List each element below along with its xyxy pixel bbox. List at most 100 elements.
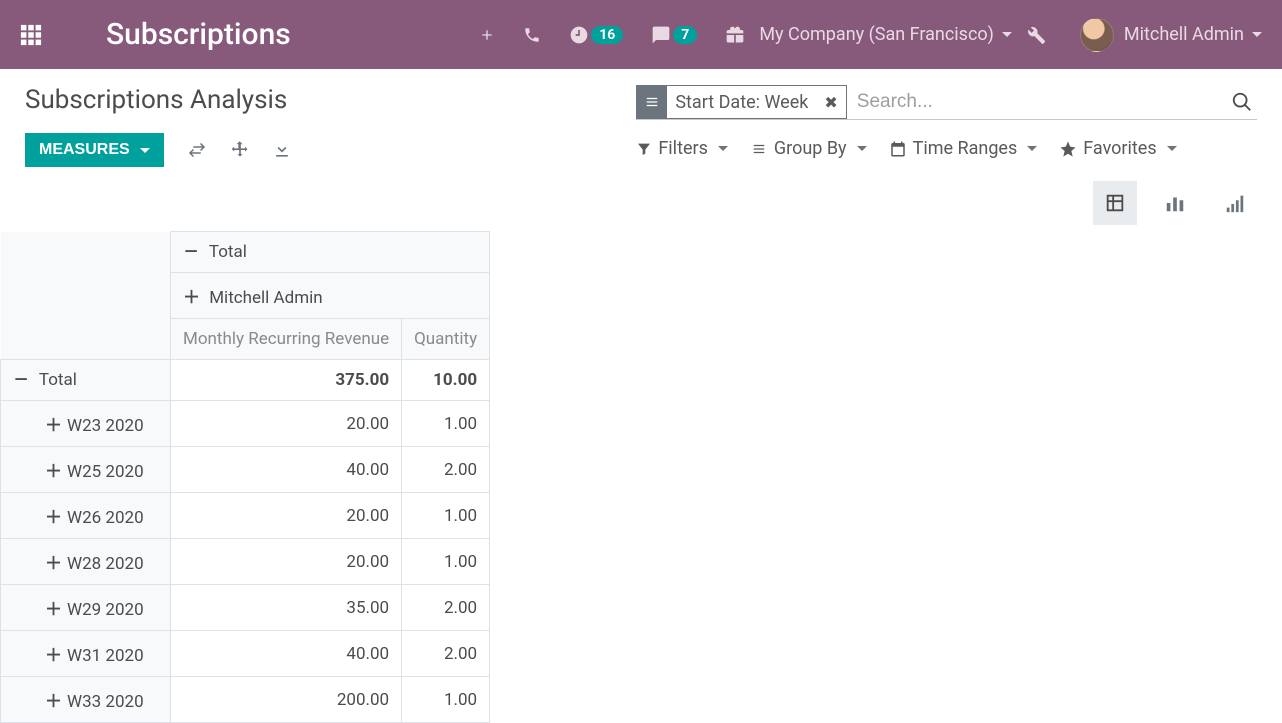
search-input[interactable] <box>847 87 1227 117</box>
total-qty-cell[interactable]: 10.00 <box>402 360 490 401</box>
apps-menu[interactable] <box>20 24 42 46</box>
row-header[interactable]: ＋W28 2020 <box>1 539 171 585</box>
search-box: Start Date: Week ✖ <box>636 85 1257 120</box>
dashboard-view-button[interactable] <box>1213 181 1257 225</box>
mrr-cell[interactable]: 20.00 <box>171 493 402 539</box>
row-header[interactable]: ＋W33 2020 <box>1 677 171 723</box>
qty-cell[interactable]: 2.00 <box>402 585 490 631</box>
table-row: ＋W26 202020.001.00 <box>1 493 490 539</box>
caret-down-icon <box>140 148 150 153</box>
messages-button[interactable]: 7 <box>651 25 697 45</box>
qty-cell[interactable]: 1.00 <box>402 677 490 723</box>
facet-remove-button[interactable]: ✖ <box>816 86 845 118</box>
flip-axis-button[interactable] <box>186 141 208 159</box>
mrr-cell[interactable]: 35.00 <box>171 585 402 631</box>
groupby-label: Group By <box>774 138 847 159</box>
page-title: Subscriptions Analysis <box>25 85 616 115</box>
caret-down-icon <box>1252 32 1262 37</box>
measures-label: MEASURES <box>39 141 130 159</box>
minus-icon: — <box>13 370 29 390</box>
search-icon <box>1231 91 1253 113</box>
barchart-view-button[interactable] <box>1153 181 1197 225</box>
gift-button[interactable] <box>725 25 745 45</box>
qty-cell[interactable]: 1.00 <box>402 493 490 539</box>
measures-button[interactable]: MEASURES <box>25 133 164 167</box>
plus-icon: ＋ <box>45 503 61 528</box>
pivot-table: — Total ＋ Mitchell Admin Monthly Recurri… <box>0 231 490 723</box>
measure-header-qty: Quantity <box>402 319 490 360</box>
phone-button[interactable] <box>523 26 541 44</box>
app-title[interactable]: Subscriptions <box>106 17 291 52</box>
qty-cell[interactable]: 2.00 <box>402 631 490 677</box>
user-name: Mitchell Admin <box>1124 24 1244 45</box>
row-header[interactable]: ＋W29 2020 <box>1 585 171 631</box>
plus-icon: ＋ <box>183 283 199 308</box>
avatar <box>1080 18 1114 52</box>
row-label: W28 2020 <box>67 554 144 574</box>
clock-icon <box>569 25 589 45</box>
plus-icon: ＋ <box>45 595 61 620</box>
row-label: W23 2020 <box>67 416 144 436</box>
col-total-label: Total <box>209 242 247 262</box>
expand-all-button[interactable] <box>230 140 250 160</box>
barchart-icon <box>1164 192 1186 214</box>
mrr-cell[interactable]: 40.00 <box>171 447 402 493</box>
row-label: W25 2020 <box>67 462 144 482</box>
new-button[interactable] <box>479 27 495 43</box>
facet-label: Start Date: Week <box>667 86 816 118</box>
signal-icon <box>1224 192 1246 214</box>
search-button[interactable] <box>1227 91 1257 113</box>
row-total-header[interactable]: — Total <box>1 360 171 401</box>
company-selector[interactable]: My Company (San Francisco) <box>759 24 1012 45</box>
row-label: W33 2020 <box>67 692 144 712</box>
user-menu[interactable]: Mitchell Admin <box>1080 18 1262 52</box>
debug-button[interactable] <box>1026 25 1046 45</box>
apps-icon <box>20 24 42 46</box>
swap-icon <box>186 141 208 159</box>
qty-cell[interactable]: 1.00 <box>402 401 490 447</box>
table-row: ＋ W31 2020 40.002.00 <box>1 631 490 677</box>
messages-badge: 7 <box>673 26 697 44</box>
favorites-dropdown[interactable]: Favorites <box>1059 138 1176 159</box>
row-header[interactable]: ＋W26 2020 <box>1 493 171 539</box>
plus-icon: ＋ <box>45 641 61 666</box>
qty-cell[interactable]: 2.00 <box>402 447 490 493</box>
measure-header-mrr: Monthly Recurring Revenue <box>171 319 402 360</box>
activities-button[interactable]: 16 <box>569 25 623 45</box>
row-header[interactable]: ＋ W23 2020 <box>1 401 171 447</box>
qty-cell[interactable]: 1.00 <box>402 539 490 585</box>
timeranges-dropdown[interactable]: Time Ranges <box>889 138 1038 159</box>
download-icon <box>272 140 292 160</box>
download-button[interactable] <box>272 140 292 160</box>
plus-icon: ＋ <box>45 411 61 436</box>
list-icon <box>750 142 768 156</box>
filters-dropdown[interactable]: Filters <box>636 138 728 159</box>
mrr-cell[interactable]: 40.00 <box>171 631 402 677</box>
mrr-cell[interactable]: 20.00 <box>171 539 402 585</box>
star-icon <box>1059 140 1077 158</box>
row-total-label: Total <box>39 370 77 390</box>
row-label: W31 2020 <box>67 646 144 666</box>
funnel-icon <box>636 141 652 157</box>
search-facet: Start Date: Week ✖ <box>636 85 846 119</box>
gift-icon <box>725 25 745 45</box>
row-header[interactable]: ＋ W31 2020 <box>1 631 171 677</box>
facet-handle-icon[interactable] <box>637 86 667 118</box>
mrr-cell[interactable]: 200.00 <box>171 677 402 723</box>
row-header[interactable]: ＋W25 2020 <box>1 447 171 493</box>
caret-down-icon <box>1027 146 1037 151</box>
activities-badge: 16 <box>591 26 623 44</box>
company-name: My Company (San Francisco) <box>759 24 994 45</box>
total-mrr-cell[interactable]: 375.00 <box>171 360 402 401</box>
timeranges-label: Time Ranges <box>913 138 1018 159</box>
col-total-header[interactable]: — Total <box>171 232 490 273</box>
caret-down-icon <box>718 146 728 151</box>
minus-icon: — <box>183 242 199 262</box>
pivot-view-button[interactable] <box>1093 181 1137 225</box>
col-group-header[interactable]: ＋ Mitchell Admin <box>171 273 490 319</box>
groupby-dropdown[interactable]: Group By <box>750 138 867 159</box>
top-nav: Subscriptions 16 7 My Company (San Franc… <box>0 0 1282 69</box>
mrr-cell[interactable]: 20.00 <box>171 401 402 447</box>
filters-label: Filters <box>658 138 708 159</box>
table-row: ＋W33 2020200.001.00 <box>1 677 490 723</box>
